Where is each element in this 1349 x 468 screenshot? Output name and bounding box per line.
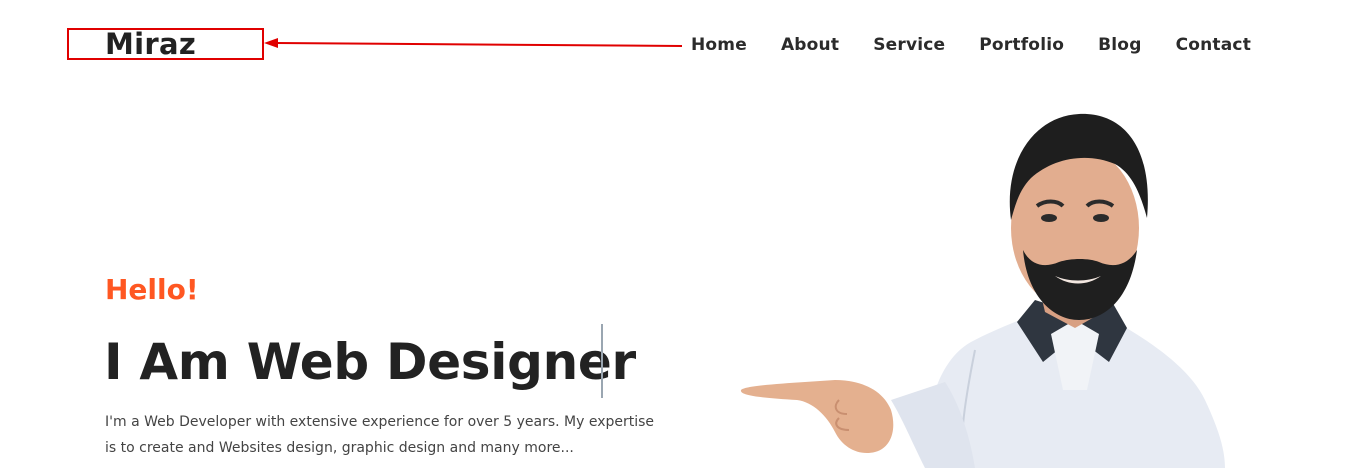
- hero-headline: I Am Web Designer: [104, 333, 636, 391]
- typing-cursor: [601, 324, 603, 398]
- annotation-arrow: [264, 38, 683, 48]
- nav-portfolio[interactable]: Portfolio: [979, 33, 1064, 57]
- main-navigation: Home About Service Portfolio Blog Contac…: [691, 33, 1251, 57]
- hero-greeting: Hello!: [105, 273, 199, 306]
- annotation-highlight-box: [67, 28, 264, 60]
- nav-about[interactable]: About: [781, 33, 839, 57]
- nav-contact[interactable]: Contact: [1176, 33, 1251, 57]
- nav-home[interactable]: Home: [691, 33, 747, 57]
- nav-blog[interactable]: Blog: [1098, 33, 1141, 57]
- hero-person-image: [740, 113, 1225, 468]
- hero-description: I'm a Web Developer with extensive exper…: [105, 414, 655, 456]
- nav-service[interactable]: Service: [873, 33, 945, 57]
